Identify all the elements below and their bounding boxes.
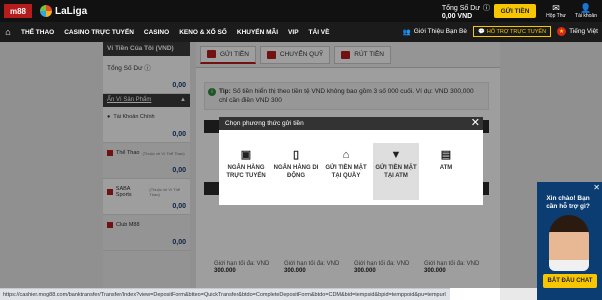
balance-label: Tổng Số Dư — [441, 4, 480, 12]
support-agent-image — [549, 215, 589, 271]
method-label: GỬI TIỀN MẶT TẠI QUẦY — [325, 165, 367, 179]
support-label: HỖ TRỢ TRỰC TUYẾN — [486, 28, 547, 35]
account-button[interactable]: 👤 Tài khoản — [574, 3, 598, 19]
language-selector[interactable]: ★ Tiếng Việt — [557, 27, 598, 36]
main-nav: ⌂ THỂ THAO CASINO TRỰC TUYẾN CASINO KENO… — [0, 22, 602, 42]
nav-download[interactable]: TẢI VỀ — [304, 29, 335, 36]
chat-greeting: Xin chào! Bạn cần hỗ trợ gì? — [546, 195, 590, 210]
chat-widget: ✕ Xin chào! Bạn cần hỗ trợ gì? BẮT ĐẦU C… — [537, 182, 602, 300]
nav-live-casino[interactable]: CASINO TRỰC TUYẾN — [59, 29, 139, 36]
nav-keno-lottery[interactable]: KENO & XỔ SỐ — [174, 29, 232, 36]
refer-friend-link[interactable]: 👥 Giới Thiệu Bạn Bè — [403, 28, 467, 36]
method-mobile-banking[interactable]: ▯ NGÂN HÀNG DI ĐỘNG — [273, 143, 319, 200]
language-label: Tiếng Việt — [569, 28, 598, 35]
m88-logo[interactable]: m88 — [4, 4, 32, 18]
cash-atm-icon: ▼ — [390, 149, 402, 161]
mobile-phone-icon: ▯ — [292, 149, 300, 161]
balance-box: Tổng Số Dư ⓘ 0,00 VND — [441, 3, 490, 21]
envelope-icon: ✉ — [552, 3, 560, 13]
user-icon: 👤 — [580, 3, 592, 13]
method-counter-cash[interactable]: ⌂ GỬI TIỀN MẶT TẠI QUẦY — [323, 143, 369, 200]
chat-bubble-icon: 💬 — [477, 28, 485, 35]
mailbox-button[interactable]: ✉ Hộp Thư — [544, 3, 568, 19]
method-label: ATM — [439, 165, 453, 171]
nav-casino[interactable]: CASINO — [139, 29, 174, 36]
deposit-method-modal: Chọn phương thức gửi tiền ✕ ▣ NGÂN HÀNG … — [219, 117, 483, 205]
top-header: m88 LaLiga Tổng Số Dư ⓘ 0,00 VND GỬI TIỀN… — [0, 0, 602, 22]
nav-right: 👥 Giới Thiệu Bạn Bè 💬 HỖ TRỢ TRỰC TUYẾN … — [403, 26, 598, 37]
people-icon: 👥 — [402, 28, 411, 36]
modal-title: Chọn phương thức gửi tiền — [225, 120, 304, 127]
atm-icon: ▤ — [440, 149, 452, 161]
close-icon[interactable]: ✕ — [593, 183, 600, 192]
refer-label: Giới Thiệu Bạn Bè — [413, 28, 467, 35]
start-chat-button[interactable]: BẮT ĐẦU CHAT — [543, 274, 597, 288]
bank-building-icon: ⌂ — [342, 149, 350, 161]
laliga-mark-icon — [40, 5, 52, 17]
laliga-logo: LaLiga — [40, 5, 87, 17]
close-icon[interactable]: ✕ — [471, 117, 480, 129]
info-icon: ⓘ — [483, 5, 490, 12]
status-bar-url: https://cashier.mog88.com/banktransfer/T… — [0, 288, 450, 300]
nav-sports[interactable]: THỂ THAO — [16, 29, 59, 36]
nav-vip[interactable]: VIP — [283, 29, 303, 36]
method-atm-cash[interactable]: ▼ GỬI TIỀN MẶT TẠI ATM — [373, 143, 419, 200]
method-label: GỬI TIỀN MẶT TẠI ATM — [375, 165, 417, 179]
balance-value: 0,00 VND — [441, 13, 473, 20]
deposit-button[interactable]: GỬI TIỀN — [494, 4, 536, 18]
method-online-banking[interactable]: ▣ NGÂN HÀNG TRỰC TUYẾN — [223, 143, 269, 200]
vietnam-flag-icon: ★ — [557, 27, 567, 36]
method-atm[interactable]: ▤ ATM — [423, 143, 469, 200]
modal-header: Chọn phương thức gửi tiền ✕ — [219, 117, 483, 130]
method-list: ▣ NGÂN HÀNG TRỰC TUYẾN ▯ NGÂN HÀNG DI ĐỘ… — [219, 130, 483, 200]
account-label: Tài khoản — [575, 13, 597, 19]
laliga-text: LaLiga — [55, 5, 88, 17]
mailbox-label: Hộp Thư — [546, 13, 566, 19]
live-support-button[interactable]: 💬 HỖ TRỢ TRỰC TUYẾN — [472, 26, 552, 37]
bank-card-icon: ▣ — [240, 149, 252, 161]
method-label: NGÂN HÀNG DI ĐỘNG — [273, 165, 319, 179]
nav-promotions[interactable]: KHUYẾN MÃI — [232, 29, 283, 36]
method-label: NGÂN HÀNG TRỰC TUYẾN — [226, 165, 266, 179]
home-icon[interactable]: ⌂ — [0, 27, 16, 37]
